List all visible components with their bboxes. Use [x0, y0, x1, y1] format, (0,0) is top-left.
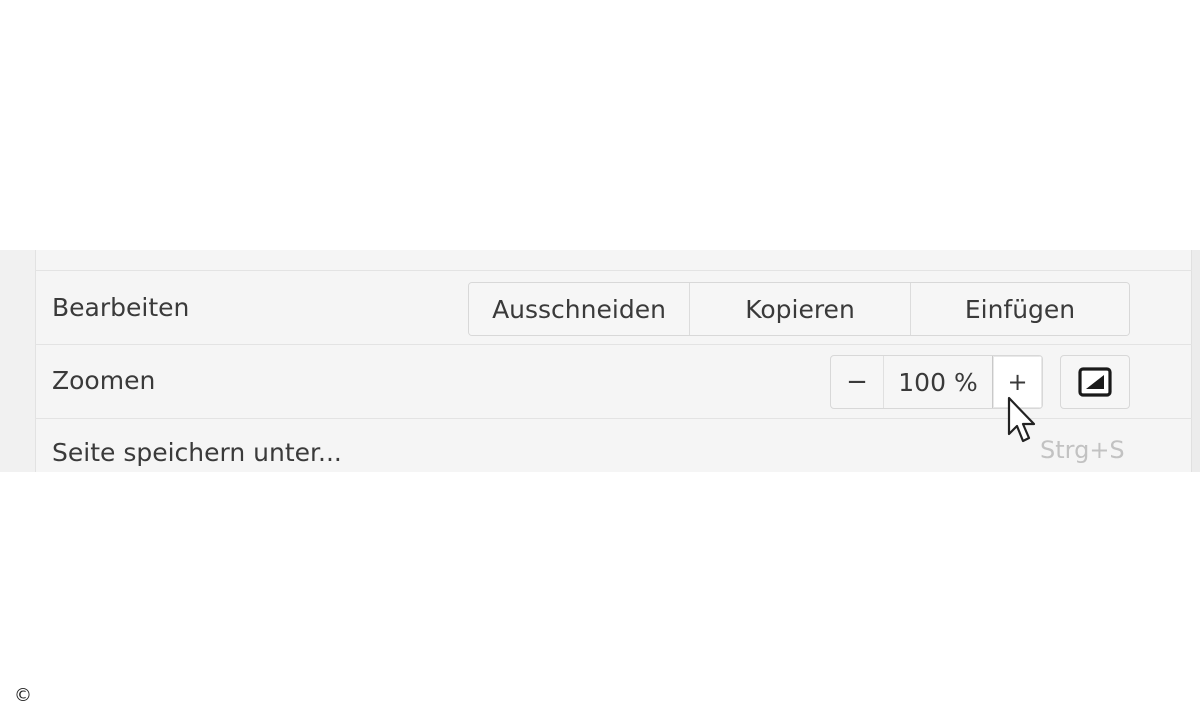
menu-right-edge	[1191, 250, 1200, 472]
zoom-level-display: 100 %	[898, 367, 978, 397]
save-page-shortcut: Strg+S	[1040, 436, 1125, 464]
mouse-cursor-icon	[1007, 396, 1036, 443]
cut-button[interactable]: Ausschneiden	[469, 283, 690, 335]
zoom-row-label: Zoomen	[52, 366, 156, 395]
screenshot-canvas: ​ Bearbeiten Ausschneiden Kopieren Einfü…	[0, 0, 1200, 720]
menu-separator	[35, 344, 1192, 345]
paste-button[interactable]: Einfügen	[911, 283, 1129, 335]
edit-button-group: Ausschneiden Kopieren Einfügen	[468, 282, 1130, 336]
fullscreen-button[interactable]	[1060, 355, 1130, 409]
copyright-mark: ©	[14, 685, 32, 706]
copy-button[interactable]: Kopieren	[690, 283, 911, 335]
zoom-out-button[interactable]: −	[831, 356, 884, 408]
save-page-as-menu-item[interactable]: Seite speichern unter...	[52, 438, 342, 467]
cropped-previous-menu-row: ​	[35, 250, 1192, 270]
menu-separator	[35, 270, 1192, 271]
edit-row-label: Bearbeiten	[52, 293, 190, 322]
fullscreen-icon	[1078, 367, 1112, 397]
